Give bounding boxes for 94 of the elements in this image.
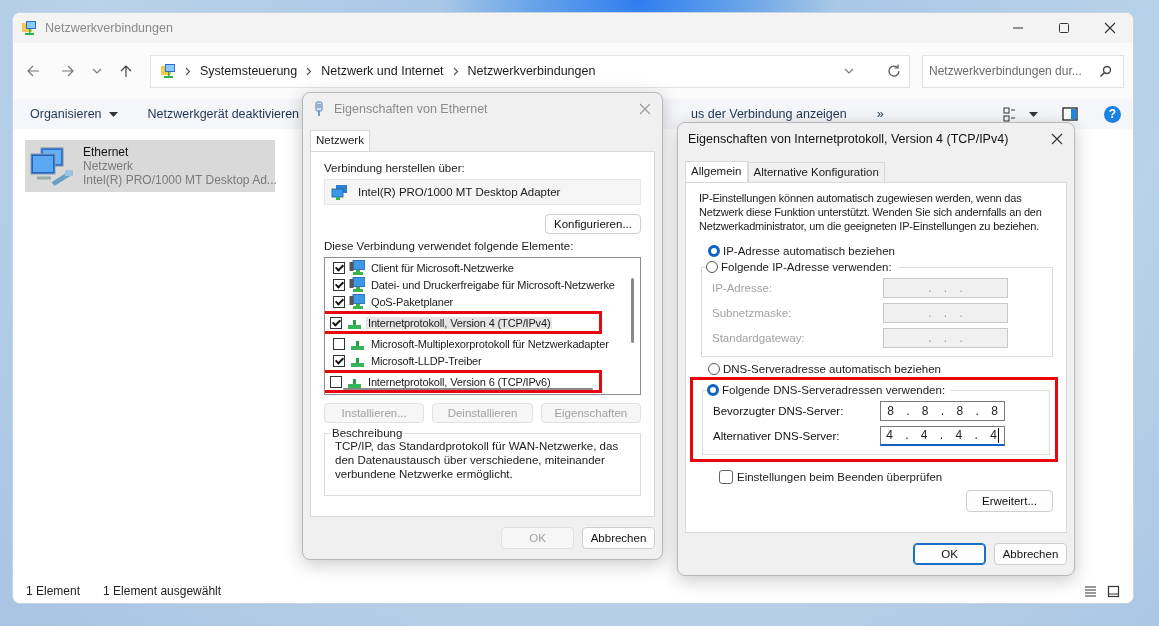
chevron-right-icon: [452, 66, 459, 76]
dialog-button[interactable]: Abbrechen: [582, 527, 655, 549]
list-item[interactable]: QoS-Paketplaner: [369, 295, 456, 308]
status-text: 1 Element ausgewählt: [103, 584, 222, 598]
advanced-button[interactable]: Erweitert...: [966, 490, 1053, 512]
breadcrumb-link[interactable]: Netzwerkverbindungen: [467, 64, 596, 78]
radio-button[interactable]: [707, 384, 719, 396]
chevron-right-icon: [306, 66, 313, 76]
checkbox[interactable]: [333, 354, 345, 367]
network-monitor-icon: [29, 144, 75, 188]
close-icon[interactable]: [1050, 132, 1064, 146]
text-cursor: [997, 427, 999, 443]
radio-label[interactable]: IP-Adresse automatisch beziehen: [723, 245, 895, 257]
window-title: Netzwerkverbindungen: [45, 21, 173, 35]
search-icon: [1099, 64, 1112, 78]
checkbox[interactable]: [333, 261, 345, 274]
toolbar-button[interactable]: us der Verbindung anzeigen: [691, 107, 847, 121]
description-text: TCP/IP, das Standardprotokoll für WAN-Netzwerke, das den Datenaustausch über verschiedene, miteinander verbundene Netzwerke ermöglicht.: [335, 439, 620, 481]
dialog-title: Eigenschaften von Internetprotokoll, Version 4 (TCP/IPv4): [688, 132, 1009, 146]
field-label: IP-Adresse:: [712, 281, 773, 294]
forward-arrow-icon[interactable]: [61, 64, 75, 78]
chevron-down-icon[interactable]: [844, 68, 854, 74]
dialog-button[interactable]: OK: [913, 543, 986, 565]
caret-icon[interactable]: [1029, 111, 1038, 117]
checkbox[interactable]: [333, 278, 345, 291]
radio-button[interactable]: [706, 261, 718, 273]
back-arrow-icon[interactable]: [26, 64, 40, 78]
list-item[interactable]: Internetprotokoll, Version 6 (TCP/IPv6): [366, 375, 553, 388]
network-monitor-icon: [349, 277, 365, 292]
chevron-down-icon[interactable]: [92, 68, 102, 74]
adapter-name: Intel(R) PRO/1000 MT Desktop Adapter: [358, 186, 561, 198]
tab[interactable]: Allgemein: [685, 161, 748, 182]
field-label: Bevorzugter DNS-Server:: [713, 404, 844, 417]
configure-button[interactable]: Konfigurieren...: [545, 214, 641, 234]
checkbox-label[interactable]: Einstellungen beim Beenden überprüfen: [737, 471, 943, 483]
breadcrumb-link[interactable]: Netzwerk und Internet: [321, 64, 444, 78]
group-title: Beschreibung: [331, 427, 404, 439]
maximize-icon[interactable]: [1058, 22, 1070, 34]
checkbox[interactable]: [333, 337, 345, 350]
toolbar-button[interactable]: »: [876, 107, 884, 121]
tiles-view-icon[interactable]: [1107, 584, 1120, 598]
details-view-icon[interactable]: [1084, 584, 1097, 598]
network-monitor-icon: [349, 294, 365, 309]
up-arrow-icon[interactable]: [119, 64, 133, 78]
address-bar[interactable]: Systemsteuerung Netzwerk und Internet Netzwerkverbindungen: [150, 54, 910, 88]
checkbox[interactable]: [330, 316, 342, 329]
network-card-icon: [331, 184, 348, 200]
list-item[interactable]: Internetprotokoll, Version 4 (TCP/IPv4): [366, 316, 553, 329]
radio-button[interactable]: [708, 363, 720, 375]
refresh-icon[interactable]: [887, 64, 901, 78]
view-options-icon[interactable]: [1003, 106, 1017, 122]
tab[interactable]: Netzwerk: [310, 130, 370, 151]
ip-address-field[interactable]: 8 . 8 . 8 . 8: [880, 400, 1005, 421]
radio-button[interactable]: [708, 245, 720, 257]
toolbar-button[interactable]: Netzwerkgerät deaktivieren: [147, 107, 300, 121]
network-folder-icon: [160, 63, 176, 79]
field-label: Alternativer DNS-Server:: [713, 429, 840, 442]
checkbox[interactable]: [333, 295, 345, 308]
close-icon[interactable]: [1103, 21, 1117, 35]
search-field[interactable]: Netzwerkverbindungen dur...: [922, 54, 1124, 88]
dialog-title: Eigenschaften von Ethernet: [334, 102, 488, 116]
adapter-name: Intel(R) PRO/1000 MT Desktop Ad...: [83, 173, 277, 187]
tab[interactable]: Alternative Konfiguration: [747, 162, 885, 182]
connection-item[interactable]: Ethernet Netzwerk Intel(R) PRO/1000 MT Desktop Ad...: [25, 140, 275, 192]
caret-icon: [108, 111, 118, 117]
field-label: Standardgateway:: [712, 331, 805, 344]
checkbox[interactable]: [330, 375, 342, 388]
help-button[interactable]: ?: [1104, 105, 1121, 123]
section-label: Verbindung herstellen über:: [324, 162, 466, 174]
list-item[interactable]: Microsoft-LLDP-Treiber: [369, 354, 484, 367]
network-monitor-icon: [349, 260, 365, 275]
scrollbar-thumb[interactable]: [631, 278, 634, 343]
adapter-plug-icon: [313, 101, 325, 117]
scrollbar-thumb[interactable]: [343, 388, 593, 390]
list-item[interactable]: Datei- und Druckerfreigabe für Microsoft-Netzwerke: [369, 278, 617, 291]
list-item[interactable]: Microsoft-Multiplexorprotokoll für Netzwerkadapter: [369, 337, 611, 350]
connection-name: Ethernet: [83, 145, 130, 159]
list-item[interactable]: Client für Microsoft-Netzwerke: [369, 261, 516, 274]
toolbar-button[interactable]: Organisieren: [30, 107, 118, 121]
section-label: Diese Verbindung verwendet folgende Elemente:: [324, 240, 575, 252]
radio-label[interactable]: DNS-Serveradresse automatisch beziehen: [723, 363, 941, 375]
preview-pane-icon[interactable]: [1062, 107, 1078, 121]
field-label: Subnetzmaske:: [712, 306, 792, 319]
network-folder-icon: [21, 20, 37, 36]
status-text: 1 Element: [26, 584, 81, 598]
checkbox[interactable]: [719, 470, 733, 484]
chevron-right-icon: [185, 66, 191, 76]
connection-type: Netzwerk: [83, 159, 134, 173]
radio-label[interactable]: Folgende IP-Adresse verwenden:: [721, 261, 892, 273]
ip-address-field[interactable]: 4 . 4 . 4 . 4: [880, 425, 1005, 446]
breadcrumb-link[interactable]: Systemsteuerung: [200, 64, 298, 78]
dialog-button[interactable]: Abbrechen: [994, 543, 1067, 565]
radio-label[interactable]: Folgende DNS-Serveradressen verwenden:: [722, 384, 946, 396]
intro-text: IP-Einstellungen können automatisch zugewiesen werden, wenn das Netzwerk diese Funktion unterstützt. Wenden Sie sich andernfalls an den Netzwerkadministrator, um die geeigneten IP-Einstellungen zu beziehen.: [699, 191, 1043, 233]
